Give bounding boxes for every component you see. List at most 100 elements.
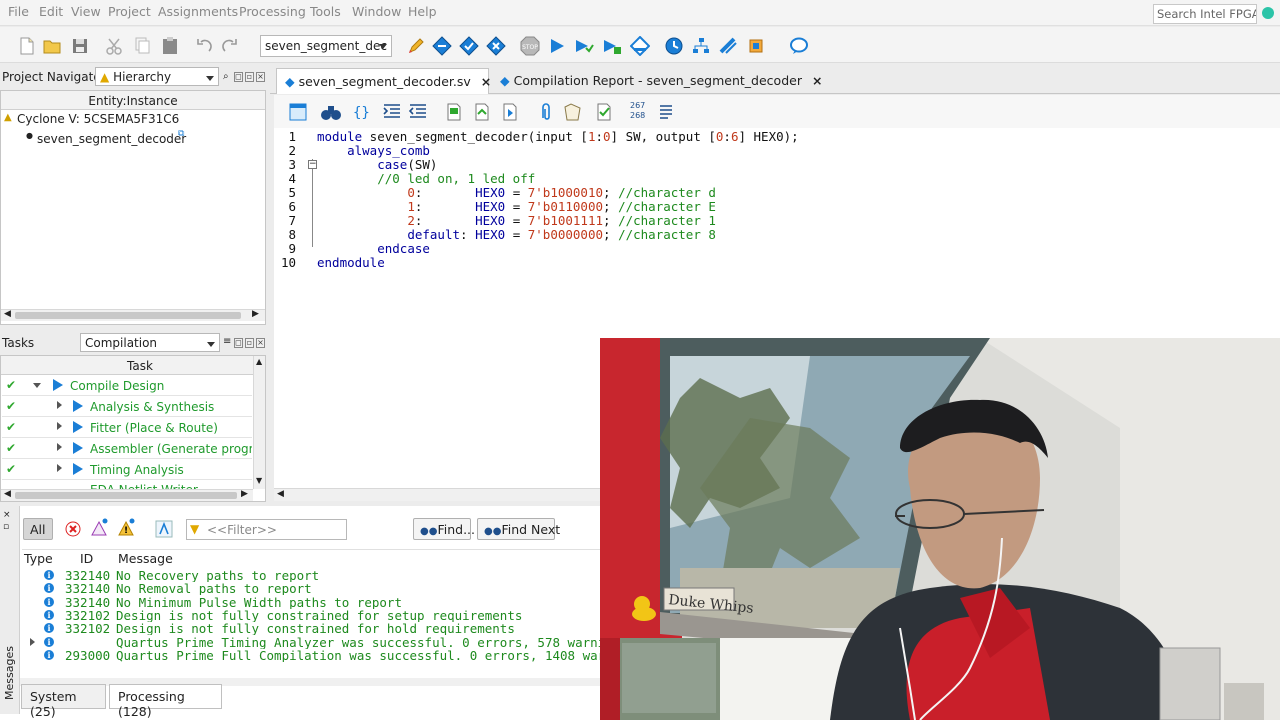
chat-help-icon[interactable] xyxy=(789,36,809,56)
redo-icon[interactable] xyxy=(220,36,240,56)
menu-view[interactable]: View xyxy=(71,4,101,19)
find-next-button[interactable]: ●●Find Next xyxy=(477,518,560,540)
menu-processing[interactable]: Processing xyxy=(239,4,306,19)
task-column[interactable]: Task xyxy=(27,356,253,375)
play-icon[interactable] xyxy=(53,379,63,391)
message-row[interactable]: i 293000 Quartus Prime Full Compilation wa… xyxy=(22,649,600,662)
timing-analyzer-icon[interactable] xyxy=(664,36,684,56)
revision-select[interactable]: seven_segment_dec xyxy=(260,35,392,57)
expander-icon[interactable] xyxy=(30,637,35,646)
new-file-icon[interactable] xyxy=(17,36,37,56)
pin-planner-icon[interactable] xyxy=(718,36,738,56)
start-compilation-icon[interactable] xyxy=(547,36,567,56)
save-icon[interactable] xyxy=(70,36,90,56)
code-line[interactable]: 3 case(SW) xyxy=(274,158,1274,172)
code-line[interactable]: 6 1: HEX0 = 7'b0110000; //character E xyxy=(274,200,1274,214)
menu-assignments[interactable]: Assignments xyxy=(158,4,238,19)
create-symbol-icon[interactable] xyxy=(500,102,520,122)
tab-processing-messages[interactable]: Processing (128) xyxy=(109,684,222,719)
close-tab-icon[interactable]: × xyxy=(481,74,491,89)
navigator-view-select[interactable]: ▲ Hierarchy xyxy=(95,67,219,86)
top-entity[interactable]: seven_segment_decoder xyxy=(37,132,186,146)
search-input[interactable]: Search Intel FPGA xyxy=(1153,4,1257,24)
undo-icon[interactable] xyxy=(194,36,214,56)
menu-help[interactable]: Help xyxy=(408,4,437,19)
analysis-elaboration-icon[interactable] xyxy=(432,36,452,56)
open-folder-icon[interactable] xyxy=(42,36,62,56)
close-icon[interactable]: × xyxy=(256,72,265,82)
suppress-filter-icon[interactable] xyxy=(155,520,173,538)
menu-file[interactable]: File xyxy=(8,4,29,19)
scroll-right-icon[interactable]: ▶ xyxy=(241,489,248,499)
template-icon[interactable] xyxy=(444,102,464,122)
maximize-icon[interactable]: ▫ xyxy=(245,338,254,348)
maximize-icon[interactable]: ▫ xyxy=(245,72,254,82)
insert-template-icon[interactable] xyxy=(472,102,492,122)
message-row[interactable]: i 332140 No Removal paths to report xyxy=(22,582,600,595)
menu-icon[interactable]: ≡ xyxy=(223,336,231,347)
line-wrap-icon[interactable] xyxy=(658,102,676,122)
scroll-thumb[interactable] xyxy=(15,492,237,499)
message-row[interactable]: i Quartus Prime Timing Analyzer was succe… xyxy=(22,636,600,649)
play-icon[interactable] xyxy=(73,442,83,454)
find-button[interactable]: ●●Find... xyxy=(413,518,475,540)
attach-icon[interactable] xyxy=(536,102,556,122)
messages-side-label[interactable]: Messages xyxy=(3,646,16,700)
menu-project[interactable]: Project xyxy=(108,4,151,19)
message-filter-input[interactable]: ▼ <<Filter>> xyxy=(186,519,347,540)
cut-icon[interactable] xyxy=(104,36,124,56)
tab-system-messages[interactable]: System (25) xyxy=(21,684,106,719)
code-line[interactable]: 7 2: HEX0 = 7'b1001111; //character 1 xyxy=(274,214,1274,228)
find-binoculars-icon[interactable] xyxy=(320,102,342,122)
code-line[interactable]: 8 default: HEX0 = 7'b0000000; //characte… xyxy=(274,228,1274,242)
editor-horizontal-scrollbar[interactable]: ◀ xyxy=(274,488,600,501)
start-fitter-icon[interactable] xyxy=(602,36,622,56)
code-line[interactable]: 2 always_comb xyxy=(274,144,1274,158)
scroll-left-icon[interactable]: ◀ xyxy=(4,489,11,499)
close-icon[interactable]: × xyxy=(256,338,265,348)
pencil-icon[interactable] xyxy=(406,36,426,56)
indent-icon[interactable] xyxy=(382,102,402,122)
scroll-down-icon[interactable]: ▼ xyxy=(256,476,262,485)
expander-icon[interactable] xyxy=(57,422,62,430)
task-row[interactable]: ✔ Analysis & Synthesis xyxy=(2,397,252,417)
bookmark-icon[interactable] xyxy=(562,102,582,122)
play-icon[interactable] xyxy=(73,421,83,433)
device-name[interactable]: Cyclone V: 5CSEMA5F31C6 xyxy=(17,112,179,126)
scroll-left-icon[interactable]: ◀ xyxy=(277,489,284,499)
code-line[interactable]: 5 0: HEX0 = 7'b1000010; //character d xyxy=(274,186,1274,200)
close-tab-icon[interactable]: × xyxy=(812,73,822,88)
entity-instance-column[interactable]: Entity:Instance xyxy=(1,91,265,110)
float-icon[interactable]: ▫ xyxy=(3,522,9,532)
fitter-icon[interactable] xyxy=(486,36,506,56)
syntax-check-icon[interactable] xyxy=(594,102,614,122)
navigator-horizontal-scrollbar[interactable]: ◀ ▶ xyxy=(1,309,265,321)
task-row[interactable]: ✔ Compile Design xyxy=(2,376,252,396)
float-icon[interactable]: ◻ xyxy=(234,72,243,82)
id-column[interactable]: ID xyxy=(80,551,93,566)
scroll-up-icon[interactable]: ▲ xyxy=(256,357,262,366)
tasks-horizontal-scrollbar[interactable]: ◀ ▶ xyxy=(1,489,253,501)
stop-icon[interactable]: STOP xyxy=(520,36,540,56)
copy-icon[interactable] xyxy=(132,36,152,56)
tasks-vertical-scrollbar[interactable]: ▲ ▼ xyxy=(253,356,265,489)
paste-icon[interactable] xyxy=(160,36,180,56)
search-icon[interactable]: ⌕ xyxy=(223,71,229,82)
chip-planner-icon[interactable] xyxy=(746,36,766,56)
task-flow-select[interactable]: Compilation xyxy=(80,333,220,352)
block-view-icon[interactable] xyxy=(288,102,308,122)
message-row[interactable]: i 332140 No Recovery paths to report xyxy=(22,569,600,582)
type-column[interactable]: Type xyxy=(24,551,53,566)
brace-match-icon[interactable]: {} xyxy=(350,102,370,122)
play-icon[interactable] xyxy=(73,463,83,475)
play-icon[interactable] xyxy=(73,400,83,412)
unindent-icon[interactable] xyxy=(408,102,428,122)
close-icon[interactable]: × xyxy=(3,510,11,520)
scroll-thumb[interactable] xyxy=(15,312,241,319)
menu-window[interactable]: Window xyxy=(352,4,401,19)
filter-all-button[interactable]: All xyxy=(23,518,53,540)
message-row[interactable]: i 332102 Design is not fully constrained f… xyxy=(22,622,600,635)
start-analysis-synthesis-icon[interactable] xyxy=(574,36,594,56)
netlist-viewer-icon[interactable] xyxy=(691,36,711,56)
menu-tools[interactable]: Tools xyxy=(310,4,341,19)
